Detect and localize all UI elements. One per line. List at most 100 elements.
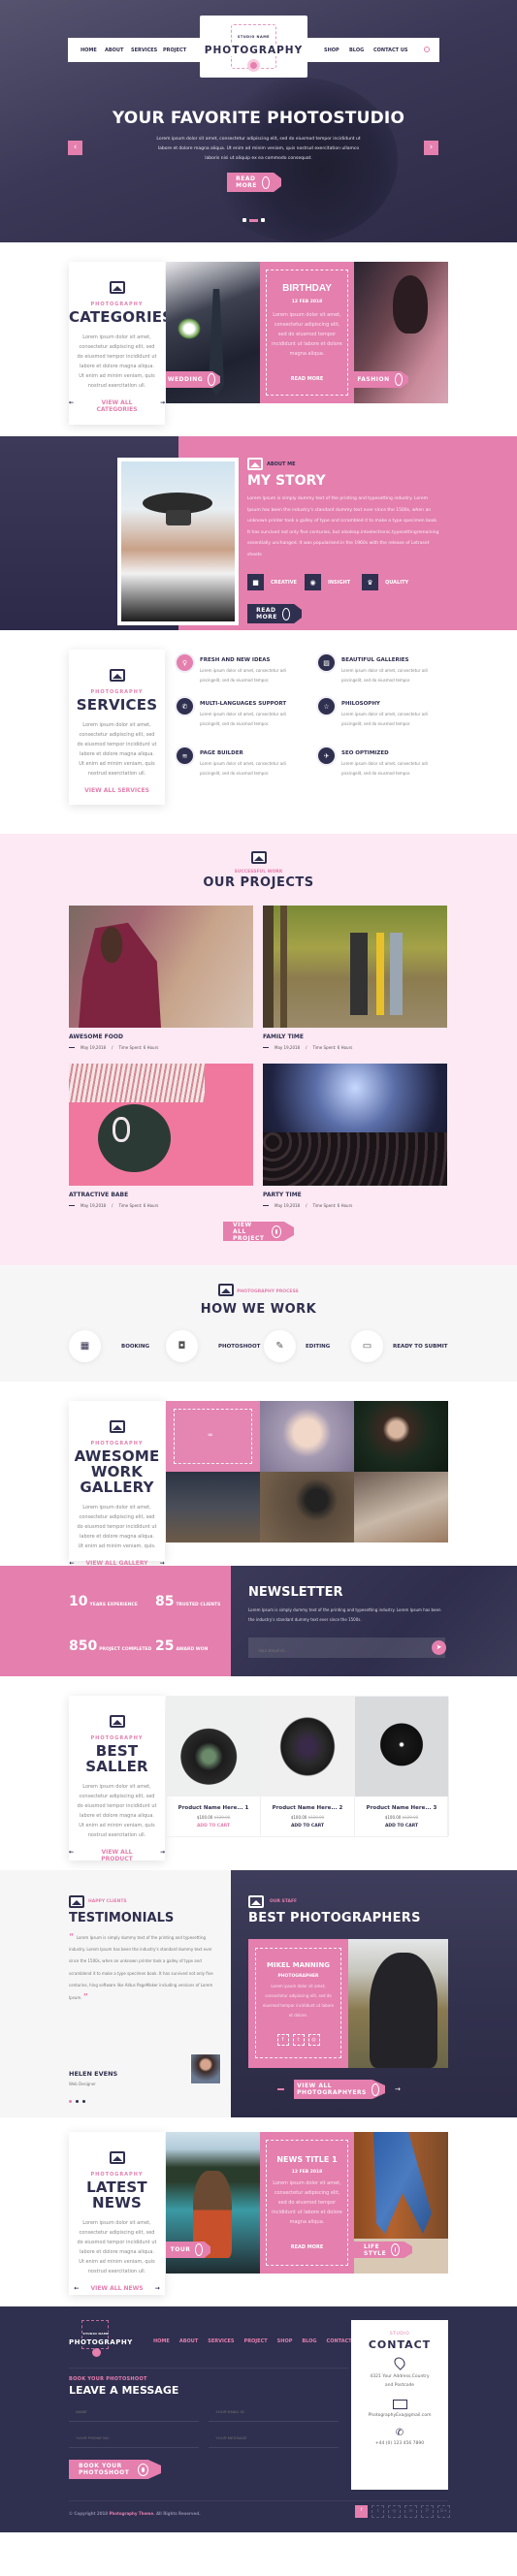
email-field[interactable] [209,2401,339,2422]
nav-contact[interactable]: CONTACT US [373,48,407,53]
add-to-cart-button[interactable]: ADD TO CART [355,1824,448,1829]
product-card[interactable]: Product Name Here... 3 $100.00 $120.00 ADD… [355,1697,449,1836]
product-card[interactable]: Product Name Here... 1 $100.00 $120.00 ADD… [167,1697,261,1836]
slider-dot-active[interactable] [249,218,258,222]
nav-blog[interactable]: BLOG [349,48,364,53]
twitter-icon[interactable]: t [372,2505,384,2518]
slider-dot[interactable] [261,218,265,222]
logo[interactable]: STUDIO NAME PHOTOGRAPHY [200,16,307,78]
contact-email[interactable]: PhotographyExa@gmail.com [351,2413,448,2418]
message-field[interactable] [209,2428,339,2448]
facebook-icon[interactable]: f [355,2505,368,2518]
view-all-services-link[interactable]: VIEW ALL SERVICES [69,787,165,794]
product-name[interactable]: Product Name Here... 2 [261,1805,354,1811]
project-title[interactable]: AWESOME FOOD [69,1034,253,1040]
arrow-left-icon[interactable] [277,2088,284,2090]
hero-read-more-button[interactable]: READ MORE [227,173,281,192]
view-all-categories-link[interactable]: VIEW ALL CATEGORIES [85,399,148,413]
footer-nav-item[interactable]: HOME [153,2338,170,2344]
book-photoshoot-button[interactable]: BOOK YOUR PHOTOSHOOT [69,2460,161,2479]
gallery-item-hover[interactable]: ∞ [166,1401,260,1472]
gallery-item[interactable] [354,1401,448,1472]
gallery-item[interactable] [354,1472,448,1542]
news-tour-tag[interactable]: TOUR [166,2242,210,2258]
hero-next-button[interactable]: › [424,141,438,155]
phone-field[interactable] [69,2428,199,2448]
hero-prev-button[interactable]: ‹ [68,141,82,155]
footer-nav-item[interactable]: ABOUT [179,2338,198,2344]
project-title[interactable]: FAMILY TIME [263,1034,447,1040]
slider-dot[interactable] [242,218,246,222]
photographer [370,1953,437,2068]
staff-nav: VIEW ALL PHOTOGRAPHYERS → [277,2080,401,2099]
search-icon[interactable] [424,47,430,52]
service-item: ≋ PAGE BUILDER Lorem ipsum dolor sit amet,… [177,747,318,778]
dot[interactable] [82,2100,85,2103]
staff-content: OUR STAFF BEST PHOTOGRAPHERS [248,1895,452,1925]
project-time: Time Spent: 6 Hours [118,1045,159,1050]
arrow-left-icon[interactable]: ← [69,1849,74,1862]
story-read-more-button[interactable]: READ MORE [247,604,302,623]
product-image[interactable] [355,1697,448,1797]
view-all-photographers-button[interactable]: VIEW ALL PHOTOGRAPHYERS [294,2080,385,2099]
pinterest-icon[interactable]: P [421,2505,434,2518]
arrow-right-icon[interactable]: → [160,399,165,413]
linkedin-icon[interactable]: in [404,2505,417,2518]
newsletter-email-input[interactable] [248,1640,413,1661]
product-image[interactable] [167,1697,260,1797]
project-card[interactable] [263,1064,447,1186]
category-fashion-tag[interactable]: FASHION [354,371,408,388]
layers-icon: ≋ [177,747,193,764]
footer-nav-item[interactable]: PROJECT [244,2338,268,2344]
nav-about[interactable]: ABOUT [105,48,123,53]
gallery-item[interactable] [260,1472,354,1542]
product-card[interactable]: Product Name Here... 2 $100.00 $120.00 ADD… [261,1697,355,1836]
view-all-news-link[interactable]: VIEW ALL NEWS [90,2285,143,2292]
footer-logo[interactable]: STUDIO NAME PHOTOGRAPHY [69,2320,132,2357]
news-item-featured[interactable]: NEWS TITLE 1 12 FEB 2018 Lorem ipsum dol… [260,2132,354,2274]
view-all-project-button[interactable]: VIEW ALL PROJECT [223,1222,294,1241]
footer-nav-item[interactable]: SHOP [277,2338,293,2344]
product-name[interactable]: Product Name Here... 3 [355,1805,448,1811]
news-lifestyle[interactable]: LIFE STYLE [354,2132,448,2274]
project-title[interactable]: ATTRACTIVE BABE [69,1192,253,1198]
nav-home[interactable]: HOME [81,48,97,53]
arrow-right-icon[interactable]: → [395,2085,401,2093]
contact-phone[interactable]: +44 (0) 123 456 7890 [351,2441,448,2446]
arrow-left-icon[interactable]: ← [69,399,74,413]
nav-shop[interactable]: SHOP [324,48,339,53]
product-name[interactable]: Product Name Here... 1 [167,1805,260,1811]
google-plus-icon[interactable]: G+ [437,2505,450,2518]
project-card[interactable] [69,906,253,1028]
instagram-icon[interactable]: ◎ [388,2505,401,2518]
project-title[interactable]: PARTY TIME [263,1192,447,1198]
gallery-item[interactable] [166,1472,260,1542]
category-birthday[interactable]: BIRTHDAY 12 FEB 2018 Lorem ipsum dolor s… [260,262,354,403]
arrow-left-icon[interactable]: ← [74,2285,79,2292]
add-to-cart-button[interactable]: ADD TO CART [261,1824,354,1829]
arrow-right-icon[interactable]: → [155,2285,160,2292]
category-fashion[interactable]: FASHION [354,262,448,403]
send-button[interactable]: ➤ [432,1640,446,1655]
nav-services[interactable]: SERVICES [131,48,157,53]
gallery-item[interactable] [260,1401,354,1472]
name-field[interactable] [69,2401,199,2422]
news-tour[interactable]: TOUR [166,2132,260,2274]
project-card[interactable] [263,906,447,1028]
staff-photo [348,1939,448,2068]
arrow-right-icon[interactable]: → [160,1849,165,1862]
project-card[interactable] [69,1064,253,1186]
category-wedding[interactable]: WEDDING [166,262,260,403]
news-lifestyle-tag[interactable]: LIFE STYLE [354,2242,412,2258]
dot[interactable] [76,2100,79,2103]
product-image[interactable] [261,1697,354,1797]
nav-project[interactable]: PROJECT [163,48,186,53]
dot-active[interactable] [69,2100,72,2103]
copyright-brand-link[interactable]: Photography Theme [109,2511,153,2516]
footer-nav-item[interactable]: BLOG [302,2338,316,2344]
category-wedding-tag[interactable]: WEDDING [166,371,220,388]
add-to-cart-button[interactable]: ADD TO CART [167,1824,260,1829]
category-label: FASHION [357,376,390,383]
footer-nav-item[interactable]: SERVICES [208,2338,234,2344]
view-all-product-link[interactable]: VIEW ALL PRODUCT [85,1849,148,1862]
